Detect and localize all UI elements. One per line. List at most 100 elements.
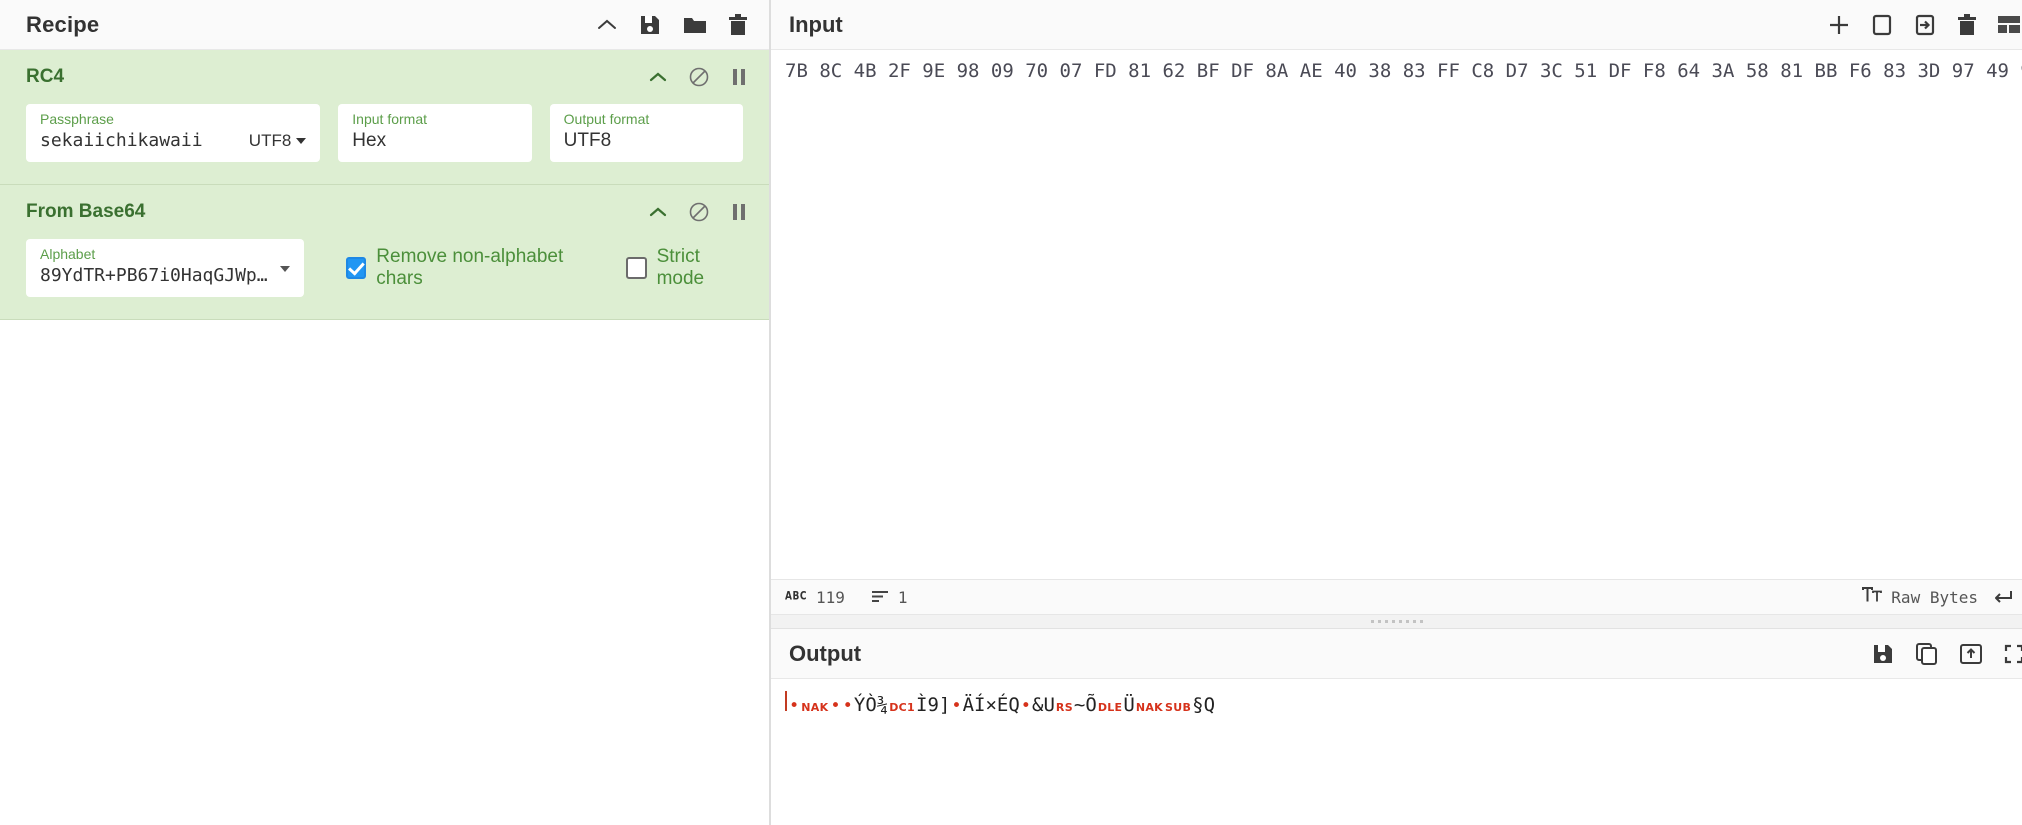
output-text-run: &U xyxy=(1032,693,1055,717)
operation-header: From Base64 xyxy=(0,185,769,239)
splitter-grip-icon xyxy=(1371,620,1423,623)
arg-checkboxes: Remove non-alphabet chars Strict mode xyxy=(322,239,743,297)
replace-input-with-output-icon[interactable] xyxy=(1960,644,1982,664)
input-text-line: 7B 8C 4B 2F 9E 98 09 70 07 FD 81 62 BF D… xyxy=(785,58,2022,84)
arg-label: Input format xyxy=(352,111,517,127)
input-lines-value: 1 xyxy=(898,588,908,607)
control-char-glyph: DLE xyxy=(1097,696,1124,720)
add-input-tab-icon[interactable] xyxy=(1828,14,1850,36)
io-pane: Input xyxy=(771,0,2022,825)
recipe-title: Recipe xyxy=(26,12,99,38)
passphrase-encoding-value: UTF8 xyxy=(249,131,292,151)
control-char-glyph: DC1 xyxy=(888,696,916,720)
output-section: Output •NAK••ÝÒ¾DC1Ì xyxy=(771,629,2022,825)
output-text-line: •NAK••ÝÒ¾DC1Ì9]•ÄÍ×ÉQ•&URS~ÕDLEÜNAKSUB§Q xyxy=(785,691,2022,720)
chevron-down-icon xyxy=(296,138,306,144)
text-format-icon xyxy=(1862,587,1882,607)
input-type-value: Raw Bytes xyxy=(1891,588,1978,607)
disable-operation-icon[interactable] xyxy=(689,202,709,222)
output-text-run: ÝÒ¾ xyxy=(854,693,888,717)
input-editor[interactable]: 7B 8C 4B 2F 9E 98 09 70 07 FD 81 62 BF D… xyxy=(771,50,2022,579)
arg-output-format[interactable]: Output format UTF8 xyxy=(550,104,743,162)
checkbox-box[interactable] xyxy=(346,257,366,279)
operation-controls xyxy=(649,67,747,87)
recipe-operation-rc4[interactable]: RC4 xyxy=(0,50,769,185)
io-splitter[interactable] xyxy=(771,615,2022,629)
input-status-bar: ABC 119 1 Raw Bytes xyxy=(771,579,2022,615)
save-recipe-icon[interactable] xyxy=(639,14,661,36)
collapse-operation-icon[interactable] xyxy=(649,71,667,83)
collapse-operation-icon[interactable] xyxy=(649,206,667,218)
arg-label: Passphrase xyxy=(40,111,249,127)
arg-input-format[interactable]: Input format Hex xyxy=(338,104,531,162)
control-char-glyph: NAK xyxy=(800,696,829,720)
breakpoint-pause-icon[interactable] xyxy=(731,203,747,221)
input-text: 7B 8C 4B 2F 9E 98 09 70 07 FD 81 62 BF D… xyxy=(785,60,2022,82)
arg-value: Hex xyxy=(352,129,517,153)
output-text-run: ÄÍ×ÉQ xyxy=(963,693,1020,717)
arg-alphabet[interactable]: Alphabet 89YdTR+PB67i0HaqGJWp… xyxy=(26,239,304,297)
passphrase-encoding-select[interactable]: UTF8 xyxy=(249,131,307,153)
operation-args: Passphrase sekaiichikawaii UTF8 Input fo… xyxy=(0,104,769,162)
checkbox-box[interactable] xyxy=(626,257,646,279)
arg-value: 89YdTR+PB67i0HaqGJWp… xyxy=(40,264,264,288)
collapse-recipe-icon[interactable] xyxy=(597,18,617,32)
copy-output-icon[interactable] xyxy=(1916,643,1938,665)
output-caret xyxy=(785,691,787,711)
open-folder-as-input-icon[interactable] xyxy=(1914,14,1936,36)
input-title: Input xyxy=(789,12,843,38)
reset-pane-layout-icon[interactable] xyxy=(1998,15,2022,35)
input-character-encoding-control[interactable]: Raw Bytes xyxy=(1862,587,1978,607)
output-text-run: ~Õ xyxy=(1074,693,1097,717)
lines-icon xyxy=(871,588,889,607)
control-char-dot: • xyxy=(788,694,800,718)
control-char-dot: • xyxy=(950,694,962,718)
load-recipe-icon[interactable] xyxy=(683,15,707,35)
recipe-pane: Recipe RC4 xyxy=(0,0,771,825)
input-section: Input xyxy=(771,0,2022,615)
checkbox-label: Remove non-alphabet chars xyxy=(376,246,592,290)
checkbox-label: Strict mode xyxy=(657,246,743,290)
output-text-run: §Q xyxy=(1192,693,1215,717)
arg-value: UTF8 xyxy=(564,129,729,153)
recipe-operation-from-base64[interactable]: From Base64 Al xyxy=(0,185,769,320)
input-length-value: 119 xyxy=(816,588,845,607)
control-char-dot: • xyxy=(1020,694,1032,718)
input-controls xyxy=(1828,14,2012,36)
open-file-icon[interactable] xyxy=(1872,14,1892,36)
operation-controls xyxy=(649,202,747,222)
save-output-icon[interactable] xyxy=(1872,643,1894,665)
input-eol-sequence-control[interactable] xyxy=(1992,589,2014,605)
disable-operation-icon[interactable] xyxy=(689,67,709,87)
output-editor[interactable]: •NAK••ÝÒ¾DC1Ì9]•ÄÍ×ÉQ•&URS~ÕDLEÜNAKSUB§Q xyxy=(771,679,2022,825)
operation-title: From Base64 xyxy=(26,201,145,223)
arg-label: Output format xyxy=(564,111,729,127)
checkbox-strict-mode[interactable]: Strict mode xyxy=(626,246,743,290)
checkbox-remove-non-alphabet-chars[interactable]: Remove non-alphabet chars xyxy=(346,246,592,290)
output-text-run: Ü xyxy=(1123,693,1134,717)
arg-passphrase[interactable]: Passphrase sekaiichikawaii UTF8 xyxy=(26,104,320,162)
operation-args: Alphabet 89YdTR+PB67i0HaqGJWp… Remove no… xyxy=(0,239,769,297)
input-status-right: Raw Bytes xyxy=(1862,587,2014,607)
output-text-run: Ì9] xyxy=(916,693,950,717)
arg-label: Alphabet xyxy=(40,246,264,262)
recipe-operation-list[interactable]: RC4 xyxy=(0,50,769,825)
maximise-output-icon[interactable] xyxy=(2004,644,2022,664)
clear-recipe-icon[interactable] xyxy=(729,14,747,36)
control-char-glyph: NAK xyxy=(1135,696,1164,720)
output-controls xyxy=(1872,643,2012,665)
operation-header: RC4 xyxy=(0,50,769,104)
input-length-status: ABC 119 xyxy=(785,588,845,607)
clear-input-icon[interactable] xyxy=(1958,14,1976,36)
control-char-dot: • xyxy=(842,694,854,718)
output-title-bar: Output xyxy=(771,629,2022,679)
control-char-glyph: SUB xyxy=(1164,696,1192,720)
operation-title: RC4 xyxy=(26,66,64,88)
abc-icon: ABC xyxy=(785,591,807,604)
input-title-bar: Input xyxy=(771,0,2022,50)
recipe-title-controls xyxy=(597,14,747,36)
input-lines-status: 1 xyxy=(871,588,908,607)
chevron-down-icon[interactable] xyxy=(280,266,290,272)
control-char-dot: • xyxy=(829,694,841,718)
breakpoint-pause-icon[interactable] xyxy=(731,68,747,86)
